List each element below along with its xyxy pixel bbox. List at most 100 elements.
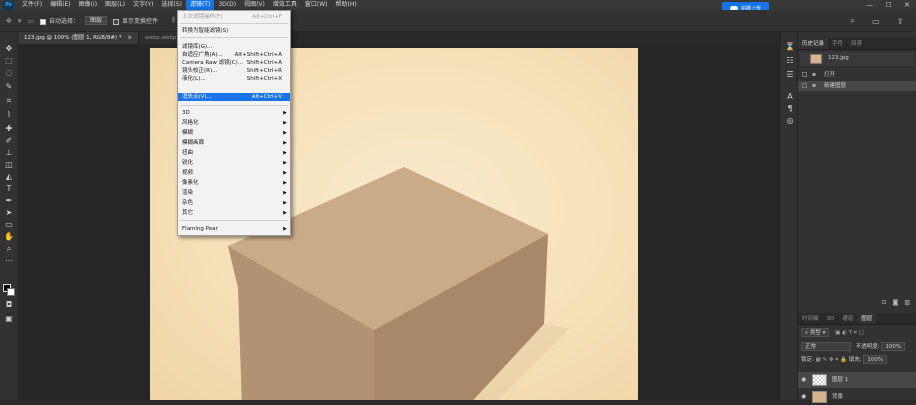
lasso-tool-icon[interactable]: ◌ [3,68,15,78]
menu-layer[interactable]: 图层(L) [101,0,129,10]
tab-document-active[interactable]: 123.jpg @ 100% (图层 1, RGB/8#) * × [18,32,139,44]
camera-icon[interactable]: ◙ [893,298,899,308]
tab-history[interactable]: 历史记录 [798,38,829,49]
properties-icon[interactable]: ☰ [784,70,796,80]
menu-item-sharpen[interactable]: 锐化 ▶ [178,159,290,167]
menu-image[interactable]: 图像(I) [75,0,101,10]
menu-plugins[interactable]: 增效工具 [269,0,301,10]
maximize-icon[interactable]: ☐ [885,1,891,9]
search-icon[interactable]: ⌕ [851,16,855,26]
menu-window[interactable]: 窗口(W) [301,0,332,10]
menu-item-pixelate[interactable]: 像素化 ▶ [178,179,290,187]
menu-item-filter-gallery[interactable]: 滤镜库(G)... [178,43,290,51]
hand-tool-icon[interactable]: ✋ [3,232,15,242]
menu-item-stylize[interactable]: 风格化 ▶ [178,119,290,127]
eyedropper-tool-icon[interactable]: ⌇ [3,110,15,120]
layers-panel-tabs: 时间轴 3D 通道 图层 [798,313,916,325]
3d-panel-icon[interactable]: ◎ [784,116,796,126]
tab-channels[interactable]: 通道 [838,313,857,324]
menu-item-liquify[interactable]: 液化(L)... Shift+Ctrl+X [178,75,290,83]
gradient-tool-icon[interactable]: ◭ [3,172,15,182]
history-source-checkbox[interactable] [802,83,807,88]
quick-select-tool-icon[interactable]: ✎ [3,82,15,92]
close-icon[interactable]: ✕ [904,1,910,9]
new-document-icon[interactable]: ⊡ [881,298,886,308]
tab-timeline[interactable]: 时间轴 [798,313,823,324]
tab-paragraph[interactable]: 段落 [847,38,866,49]
layer-row-background[interactable]: ◉ 背景 [798,389,916,405]
trash-icon[interactable]: ▥ [904,298,910,308]
history-source-checkbox[interactable] [802,72,807,77]
menu-item-3d[interactable]: 3D ▶ [178,109,290,117]
menu-item-lens-correction[interactable]: 镜头校正(R)... Shift+Ctrl+R [178,67,290,75]
show-transform-checkbox[interactable]: 显示变换控件 [113,16,158,25]
tab-3d[interactable]: 3D [823,313,839,324]
lock-icons[interactable]: ▦ ✎ ✥ ⌗ 🔒 [816,357,847,363]
workspace-icon[interactable]: ▭ [872,17,880,26]
menu-item-adaptive-wide-angle[interactable]: 自适应广角(A)... Alt+Shift+Ctrl+A [178,51,290,59]
eye-icon[interactable]: ◉ [801,372,806,388]
menu-item-vanishing-point[interactable]: 消失点(V)... Alt+Ctrl+V [178,93,290,101]
pen-tool-icon[interactable]: ✒ [3,196,15,206]
minimize-icon[interactable]: — [866,1,873,9]
fill-input[interactable]: 100% [863,355,888,364]
canvas-workspace[interactable] [18,44,780,400]
character-panel-icon[interactable]: A [784,92,796,102]
background-color-swatch[interactable] [7,288,15,296]
screen-mode-icon[interactable]: ▣ [3,314,15,324]
paragraph-panel-icon[interactable]: ¶ [784,104,796,114]
history-step-label: 新建图层 [824,83,847,89]
chevron-down-icon[interactable]: ▾ [18,17,22,25]
tab-layers[interactable]: 图层 [857,313,877,324]
crop-tool-icon[interactable]: ⌗ [3,96,15,106]
history-snapshot[interactable]: 123.jpg [800,52,914,66]
layer-filter-dropdown[interactable]: ⌕ 类型 ▾ [801,328,830,337]
menu-item-video[interactable]: 视频 ▶ [178,169,290,177]
share-icon[interactable]: ⇪ [897,17,904,26]
quick-mask-icon[interactable]: ◘ [3,300,15,310]
adjustments-icon[interactable]: ☷ [784,56,796,66]
menu-item-render[interactable]: 渲染 ▶ [178,189,290,197]
artboard-icon[interactable]: ▭ [27,17,34,25]
menu-filter[interactable]: 滤镜(T) [185,0,215,10]
menu-item-convert-smart-filter[interactable]: 转换为智能滤镜(S) [178,27,290,35]
brush-tool-icon[interactable]: ✐ [3,136,15,146]
history-step-open[interactable]: ▪ 打开 [798,70,916,80]
menu-file[interactable]: 文件(F) [18,0,46,10]
type-tool-icon[interactable]: T [3,184,15,194]
menu-item-camera-raw[interactable]: Camera Raw 滤镜(C)... Shift+Ctrl+A [178,59,290,67]
menu-select[interactable]: 选择(S) [157,0,186,10]
close-icon[interactable]: × [127,35,132,41]
healing-brush-icon[interactable]: ✚ [3,124,15,134]
tab-character[interactable]: 字符 [828,38,847,49]
more-tools-icon[interactable]: ⋯ [3,256,15,266]
menu-edit[interactable]: 编辑(E) [46,0,74,10]
history-panel-icon[interactable]: ⌛ [784,42,796,52]
menu-item-blur-gallery[interactable]: 模糊画廊 ▶ [178,139,290,147]
menu-item-other[interactable]: 其它 ▶ [178,209,290,217]
zoom-tool-icon[interactable]: ⌕ [3,244,15,254]
menu-item-flaming-pear[interactable]: Flaming Pear ▶ [178,225,290,233]
eye-icon[interactable]: ◉ [801,389,806,405]
auto-select-dropdown[interactable]: 图层 [85,16,108,25]
blend-mode-dropdown[interactable]: 正常 [801,342,851,351]
rectangle-tool-icon[interactable]: ▭ [3,220,15,230]
menu-3d[interactable]: 3D(D) [214,0,240,10]
stamp-tool-icon[interactable]: ⊥ [3,148,15,158]
auto-select-checkbox[interactable]: 自动选择： [40,16,79,25]
marquee-tool-icon[interactable]: ⬚ [3,56,15,66]
move-tool-icon[interactable]: ✥ [3,44,15,54]
menu-view[interactable]: 视图(V) [240,0,269,10]
opacity-input[interactable]: 100% [881,342,906,351]
menu-item-noise[interactable]: 杂色 ▶ [178,199,290,207]
layer-name: 图层 1 [832,377,849,383]
layer-filter-icons[interactable]: ▣ ◐ T ⌗ ▢ [835,330,864,336]
menu-type[interactable]: 文字(Y) [129,0,157,10]
path-select-icon[interactable]: ➤ [3,208,15,218]
menu-item-distort[interactable]: 扭曲 ▶ [178,149,290,157]
history-step-new-layer[interactable]: ▪ 新建图层 [798,81,916,91]
layer-row-layer1[interactable]: ◉ 图层 1 [798,372,916,388]
menu-item-blur[interactable]: 模糊 ▶ [178,129,290,137]
eraser-tool-icon[interactable]: ◫ [3,160,15,170]
menu-help[interactable]: 帮助(H) [332,0,361,10]
